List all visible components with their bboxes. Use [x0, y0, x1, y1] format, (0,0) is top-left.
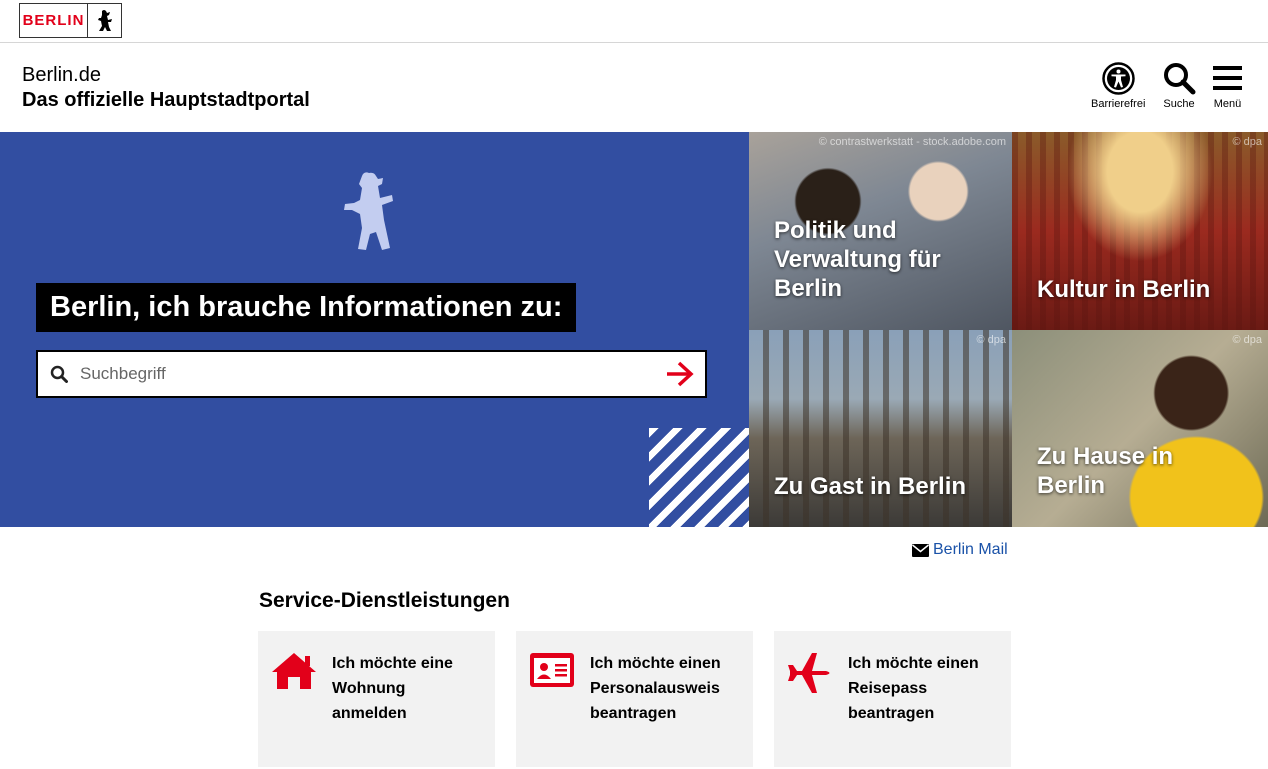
service-card-text: Ich möchte einen Personalausweis beantra… [590, 655, 721, 722]
site-header: Berlin.de Das offizielle Hauptstadtporta… [0, 44, 1268, 132]
tile-credit: © contrastwerkstatt - stock.adobe.com [818, 136, 1006, 148]
services-heading: Service-Dienstleistungen [259, 589, 510, 612]
id-card-icon [528, 651, 576, 696]
search-submit-button[interactable] [665, 360, 695, 393]
hero-search-section: Berlin, ich brauche Informationen zu: [0, 132, 749, 527]
berlin-logo[interactable]: BERLIN [19, 3, 122, 38]
search-label: Suche [1163, 98, 1195, 110]
tile-title: Zu Gast in Berlin [774, 473, 967, 500]
accessibility-icon [1101, 62, 1135, 95]
tile-credit: © dpa [1232, 136, 1262, 148]
service-card-wohnung[interactable]: Ich möchte eine Wohnung anmelden [258, 631, 495, 767]
service-card-reisepass[interactable]: Ich möchte einen Reisepass beantragen [774, 631, 1011, 767]
accessibility-label: Barrierefrei [1091, 98, 1146, 110]
airplane-icon [786, 651, 834, 700]
logo-text: BERLIN [20, 4, 88, 37]
tile-politik[interactable]: © contrastwerkstatt - stock.adobe.com Po… [749, 132, 1012, 330]
search-button[interactable]: Suche [1162, 62, 1196, 110]
service-card-text: Ich möchte eine Wohnung anmelden [332, 655, 453, 722]
site-name[interactable]: Berlin.de [22, 64, 101, 87]
search-icon [50, 365, 68, 383]
berlin-mail-link[interactable]: Berlin Mail [912, 541, 1008, 559]
tile-title: Politik und Verwaltung für Berlin [774, 217, 941, 302]
tile-title: Kultur in Berlin [1037, 276, 1211, 303]
accessibility-button[interactable]: Barrierefrei [1091, 62, 1145, 110]
hero-title: Berlin, ich brauche Informationen zu: [36, 283, 577, 332]
envelope-icon [912, 543, 929, 557]
menu-label: Menü [1213, 98, 1242, 110]
arrow-right-icon [667, 361, 694, 387]
tile-zuhause[interactable]: © dpa Zu Hause in Berlin [1012, 330, 1268, 527]
top-bar: BERLIN [0, 0, 1268, 43]
bear-logo-icon [88, 4, 121, 37]
search-icon [1164, 63, 1196, 95]
house-icon [270, 651, 318, 696]
site-subtitle[interactable]: Das offizielle Hauptstadtportal [22, 89, 310, 112]
tile-kultur[interactable]: © dpa Kultur in Berlin [1012, 132, 1268, 330]
menu-button[interactable]: Menü [1212, 62, 1243, 110]
hamburger-menu-icon [1213, 66, 1242, 90]
service-card-text: Ich möchte einen Reisepass beantragen [848, 655, 979, 722]
tile-gast[interactable]: © dpa Zu Gast in Berlin [749, 330, 1012, 527]
berlin-bear-icon [342, 170, 396, 259]
tile-credit: © dpa [976, 334, 1006, 346]
decorative-stripes [649, 428, 749, 527]
tile-title: Zu Hause in Berlin [1037, 443, 1174, 499]
service-card-personalausweis[interactable]: Ich möchte einen Personalausweis beantra… [516, 631, 753, 767]
berlin-mail-label: Berlin Mail [933, 541, 1008, 558]
tile-credit: © dpa [1232, 334, 1262, 346]
hero-search-box [36, 350, 707, 398]
search-input[interactable] [80, 360, 640, 388]
